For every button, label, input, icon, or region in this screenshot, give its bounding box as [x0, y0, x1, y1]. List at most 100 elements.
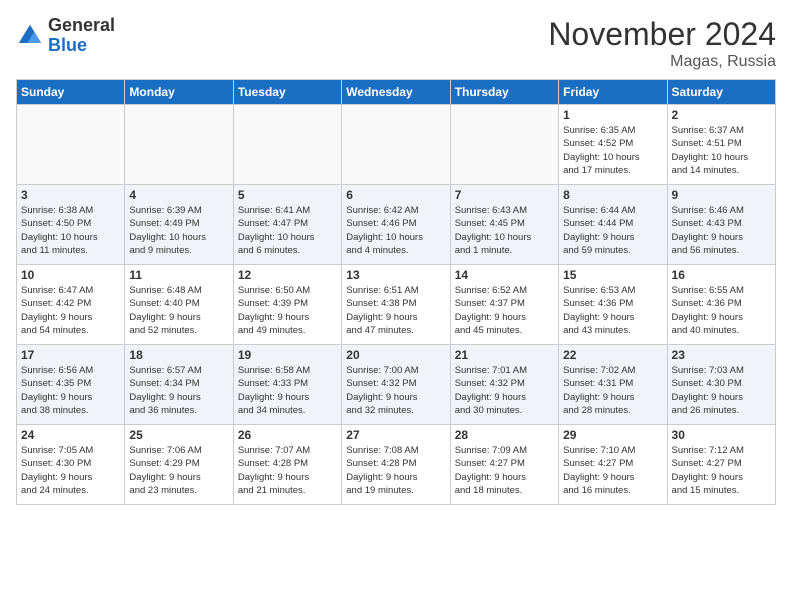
calendar-cell: 12 Sunrise: 6:50 AM Sunset: 4:39 PM Dayli…: [233, 265, 341, 345]
day-number: 21: [455, 348, 554, 362]
day-info: Sunrise: 6:50 AM Sunset: 4:39 PM Dayligh…: [238, 284, 337, 337]
month-title: November 2024: [548, 16, 776, 53]
day-info: Sunrise: 7:02 AM Sunset: 4:31 PM Dayligh…: [563, 364, 662, 417]
day-info: Sunrise: 7:07 AM Sunset: 4:28 PM Dayligh…: [238, 444, 337, 497]
title-block: November 2024 Magas, Russia: [548, 16, 776, 71]
day-number: 26: [238, 428, 337, 442]
calendar-cell: 15Sunrise: 6:53 AM Sunset: 4:36 PM Dayli…: [559, 265, 667, 345]
day-number: 8: [563, 188, 662, 202]
calendar-cell: 5 Sunrise: 6:41 AM Sunset: 4:47 PM Daylig…: [233, 185, 341, 265]
day-info: Sunrise: 6:43 AM Sunset: 4:45 PM Dayligh…: [455, 204, 554, 257]
day-number: 28: [455, 428, 554, 442]
col-monday: Monday: [125, 80, 233, 105]
calendar-week-2: 3 Sunrise: 6:38 AM Sunset: 4:50 PM Daylig…: [17, 185, 776, 265]
day-info: Sunrise: 6:55 AM Sunset: 4:36 PM Dayligh…: [672, 284, 771, 337]
logo-general-text: General: [48, 15, 115, 35]
logo: General Blue: [16, 16, 115, 56]
calendar-cell: 23Sunrise: 7:03 AM Sunset: 4:30 PM Dayli…: [667, 345, 775, 425]
day-info: Sunrise: 6:46 AM Sunset: 4:43 PM Dayligh…: [672, 204, 771, 257]
calendar-cell: 21 Sunrise: 7:01 AM Sunset: 4:32 PM Dayli…: [450, 345, 558, 425]
day-number: 17: [21, 348, 120, 362]
calendar-cell: 24 Sunrise: 7:05 AM Sunset: 4:30 PM Dayli…: [17, 425, 125, 505]
day-number: 2: [672, 108, 771, 122]
calendar-cell: 16 Sunrise: 6:55 AM Sunset: 4:36 PM Dayli…: [667, 265, 775, 345]
day-info: Sunrise: 6:37 AM Sunset: 4:51 PM Dayligh…: [672, 124, 771, 177]
day-number: 27: [346, 428, 445, 442]
calendar-cell: 18 Sunrise: 6:57 AM Sunset: 4:34 PM Dayli…: [125, 345, 233, 425]
col-tuesday: Tuesday: [233, 80, 341, 105]
header-row: Sunday Monday Tuesday Wednesday Thursday…: [17, 80, 776, 105]
calendar-cell: 11 Sunrise: 6:48 AM Sunset: 4:40 PM Dayli…: [125, 265, 233, 345]
calendar-cell: 3 Sunrise: 6:38 AM Sunset: 4:50 PM Daylig…: [17, 185, 125, 265]
day-info: Sunrise: 7:12 AM Sunset: 4:27 PM Dayligh…: [672, 444, 771, 497]
day-info: Sunrise: 7:05 AM Sunset: 4:30 PM Dayligh…: [21, 444, 120, 497]
day-number: 13: [346, 268, 445, 282]
col-wednesday: Wednesday: [342, 80, 450, 105]
day-number: 5: [238, 188, 337, 202]
day-info: Sunrise: 6:53 AM Sunset: 4:36 PM Dayligh…: [563, 284, 662, 337]
day-number: 7: [455, 188, 554, 202]
day-number: 20: [346, 348, 445, 362]
calendar-cell: [342, 105, 450, 185]
day-number: 25: [129, 428, 228, 442]
day-number: 12: [238, 268, 337, 282]
calendar-cell: 10 Sunrise: 6:47 AM Sunset: 4:42 PM Dayli…: [17, 265, 125, 345]
day-number: 3: [21, 188, 120, 202]
header: General Blue November 2024 Magas, Russia: [16, 16, 776, 71]
calendar-week-4: 17 Sunrise: 6:56 AM Sunset: 4:35 PM Dayli…: [17, 345, 776, 425]
day-info: Sunrise: 7:09 AM Sunset: 4:27 PM Dayligh…: [455, 444, 554, 497]
day-info: Sunrise: 7:06 AM Sunset: 4:29 PM Dayligh…: [129, 444, 228, 497]
day-number: 24: [21, 428, 120, 442]
col-friday: Friday: [559, 80, 667, 105]
day-number: 10: [21, 268, 120, 282]
day-info: Sunrise: 6:38 AM Sunset: 4:50 PM Dayligh…: [21, 204, 120, 257]
day-info: Sunrise: 6:44 AM Sunset: 4:44 PM Dayligh…: [563, 204, 662, 257]
day-info: Sunrise: 6:39 AM Sunset: 4:49 PM Dayligh…: [129, 204, 228, 257]
day-info: Sunrise: 7:01 AM Sunset: 4:32 PM Dayligh…: [455, 364, 554, 417]
day-number: 6: [346, 188, 445, 202]
day-number: 23: [672, 348, 771, 362]
day-info: Sunrise: 6:56 AM Sunset: 4:35 PM Dayligh…: [21, 364, 120, 417]
day-number: 14: [455, 268, 554, 282]
calendar-cell: 13 Sunrise: 6:51 AM Sunset: 4:38 PM Dayli…: [342, 265, 450, 345]
day-info: Sunrise: 6:41 AM Sunset: 4:47 PM Dayligh…: [238, 204, 337, 257]
day-info: Sunrise: 7:08 AM Sunset: 4:28 PM Dayligh…: [346, 444, 445, 497]
calendar-cell: 28 Sunrise: 7:09 AM Sunset: 4:27 PM Dayli…: [450, 425, 558, 505]
day-number: 18: [129, 348, 228, 362]
calendar-cell: 9 Sunrise: 6:46 AM Sunset: 4:43 PM Daylig…: [667, 185, 775, 265]
calendar-cell: 8 Sunrise: 6:44 AM Sunset: 4:44 PM Daylig…: [559, 185, 667, 265]
day-info: Sunrise: 7:00 AM Sunset: 4:32 PM Dayligh…: [346, 364, 445, 417]
calendar-cell: [450, 105, 558, 185]
calendar-cell: 20 Sunrise: 7:00 AM Sunset: 4:32 PM Dayli…: [342, 345, 450, 425]
day-number: 30: [672, 428, 771, 442]
day-info: Sunrise: 6:47 AM Sunset: 4:42 PM Dayligh…: [21, 284, 120, 337]
calendar-cell: 1Sunrise: 6:35 AM Sunset: 4:52 PM Daylig…: [559, 105, 667, 185]
day-info: Sunrise: 6:42 AM Sunset: 4:46 PM Dayligh…: [346, 204, 445, 257]
day-number: 4: [129, 188, 228, 202]
calendar-cell: 2 Sunrise: 6:37 AM Sunset: 4:51 PM Daylig…: [667, 105, 775, 185]
calendar-cell: 30 Sunrise: 7:12 AM Sunset: 4:27 PM Dayli…: [667, 425, 775, 505]
calendar-cell: 4 Sunrise: 6:39 AM Sunset: 4:49 PM Daylig…: [125, 185, 233, 265]
day-number: 19: [238, 348, 337, 362]
calendar-body: 1Sunrise: 6:35 AM Sunset: 4:52 PM Daylig…: [17, 105, 776, 505]
col-saturday: Saturday: [667, 80, 775, 105]
day-number: 22: [563, 348, 662, 362]
calendar-cell: 17 Sunrise: 6:56 AM Sunset: 4:35 PM Dayli…: [17, 345, 125, 425]
day-number: 9: [672, 188, 771, 202]
calendar-cell: 25 Sunrise: 7:06 AM Sunset: 4:29 PM Dayli…: [125, 425, 233, 505]
calendar-week-5: 24 Sunrise: 7:05 AM Sunset: 4:30 PM Dayli…: [17, 425, 776, 505]
day-number: 16: [672, 268, 771, 282]
calendar-cell: 6 Sunrise: 6:42 AM Sunset: 4:46 PM Daylig…: [342, 185, 450, 265]
day-info: Sunrise: 6:51 AM Sunset: 4:38 PM Dayligh…: [346, 284, 445, 337]
day-number: 1: [563, 108, 662, 122]
page-container: General Blue November 2024 Magas, Russia…: [0, 0, 792, 515]
day-info: Sunrise: 6:48 AM Sunset: 4:40 PM Dayligh…: [129, 284, 228, 337]
calendar-cell: 22 Sunrise: 7:02 AM Sunset: 4:31 PM Dayli…: [559, 345, 667, 425]
calendar-cell: 19Sunrise: 6:58 AM Sunset: 4:33 PM Dayli…: [233, 345, 341, 425]
calendar-week-1: 1Sunrise: 6:35 AM Sunset: 4:52 PM Daylig…: [17, 105, 776, 185]
day-number: 11: [129, 268, 228, 282]
calendar-table: Sunday Monday Tuesday Wednesday Thursday…: [16, 79, 776, 505]
day-info: Sunrise: 6:52 AM Sunset: 4:37 PM Dayligh…: [455, 284, 554, 337]
calendar-cell: [233, 105, 341, 185]
day-info: Sunrise: 6:57 AM Sunset: 4:34 PM Dayligh…: [129, 364, 228, 417]
